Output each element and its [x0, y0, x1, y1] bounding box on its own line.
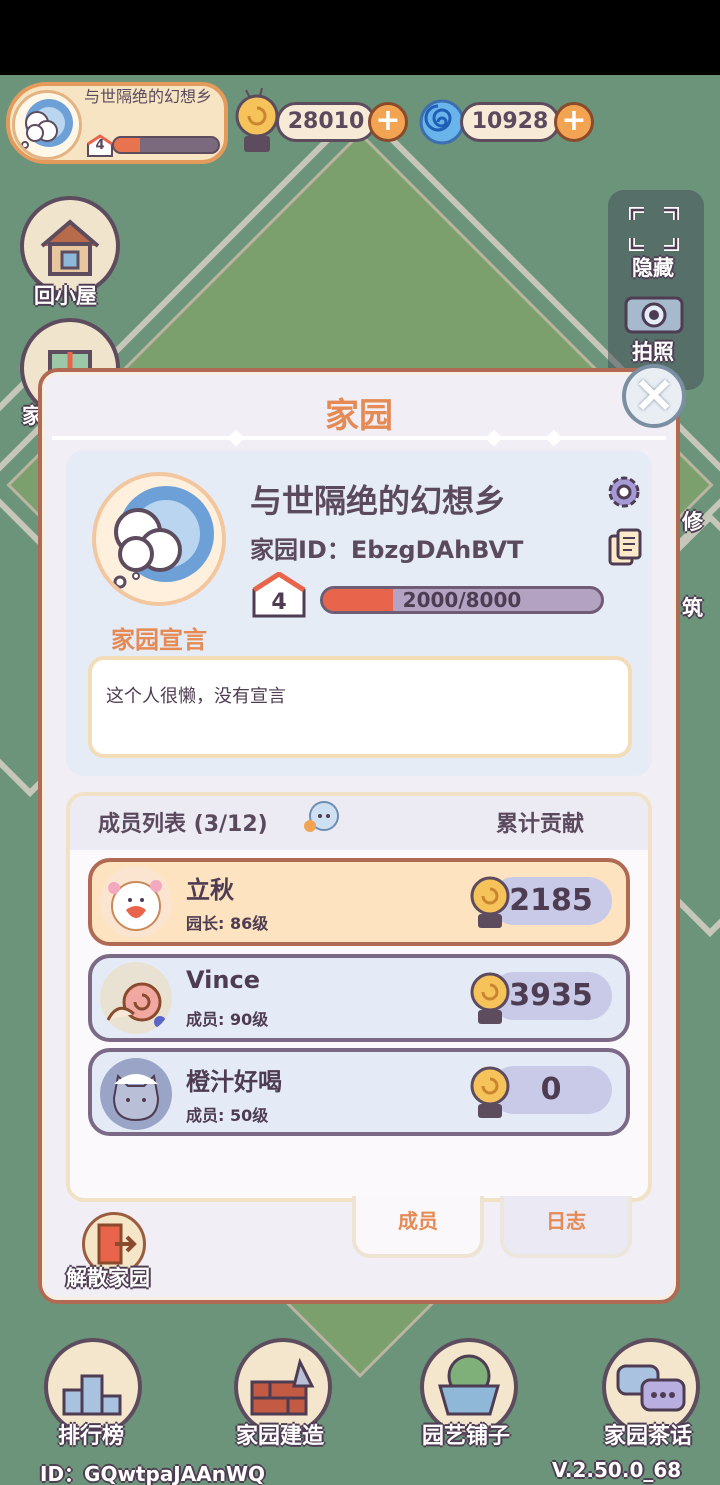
declaration-label: 家园宣言	[111, 626, 207, 654]
garden-id: 家园ID：EbzgDAhBVT	[250, 536, 524, 564]
cloud-moon-icon	[21, 99, 73, 149]
photo-label: 拍照	[632, 340, 674, 364]
home-level: 4	[95, 138, 105, 153]
member-avatar	[100, 1058, 172, 1130]
garden-name: 与世隔绝的幻想乡	[250, 482, 507, 520]
title-divider	[52, 436, 666, 440]
home-avatar-large	[92, 472, 226, 606]
member-name: Vince	[186, 966, 260, 994]
spiral-gem-icon	[419, 99, 465, 145]
home-progress-fill	[114, 138, 140, 152]
member-name: 立秋	[186, 876, 234, 904]
member-list-title: 成员列表 (3/12)	[98, 812, 268, 837]
hide-icon[interactable]	[626, 204, 682, 254]
hide-label: 隐藏	[632, 256, 674, 280]
dialog-title: 家园	[325, 396, 393, 436]
home-avatar	[12, 90, 82, 160]
back-home-label: 回小屋	[34, 284, 97, 308]
copy-icon[interactable]	[608, 528, 644, 568]
ranking-label: 排行榜	[58, 1424, 125, 1449]
version-label: V.2.50.0_68	[552, 1458, 682, 1482]
member-role: 园长: 86级	[186, 914, 269, 933]
home-name: 与世隔绝的幻想乡	[84, 87, 213, 106]
add-gems-button[interactable]: +	[554, 102, 594, 142]
garden-level: 4	[271, 590, 287, 615]
camera-icon[interactable]	[622, 290, 686, 336]
dissolve-label: 解散家园	[66, 1266, 150, 1290]
snail-coin-icon	[470, 972, 510, 1024]
user-id: ID：GQwtpaJAAnWQ	[40, 1462, 266, 1485]
bunny-heart-icon	[108, 880, 162, 931]
member-name: 橙汁好喝	[186, 1068, 282, 1096]
member-role: 成员: 90级	[186, 1010, 269, 1029]
snail-coin-icon	[235, 88, 279, 152]
tab-log[interactable]: 日志	[500, 1196, 632, 1258]
help-bubble-icon[interactable]	[302, 800, 342, 836]
build-label: 家园建造	[236, 1424, 325, 1449]
add-coins-button[interactable]: +	[368, 102, 408, 142]
tab-members[interactable]: 成员	[352, 1196, 484, 1258]
status-bar	[0, 0, 720, 75]
contribution-title: 累计贡献	[496, 812, 585, 837]
snail-coin-icon	[470, 1066, 510, 1118]
close-button[interactable]: ×	[622, 364, 686, 428]
declaration-box[interactable]: 这个人很懒，没有宣言	[88, 656, 632, 758]
member-avatar	[100, 866, 172, 938]
snail-coin-icon	[470, 876, 510, 928]
house-icon	[40, 219, 100, 276]
home-progress-bar	[112, 136, 220, 154]
chat-label: 家园茶话	[604, 1424, 693, 1449]
declaration-text: 这个人很懒，没有宣言	[106, 686, 286, 707]
snail-coin-count: 28010	[276, 102, 376, 142]
member-avatar	[100, 962, 172, 1034]
snail-avatar-icon	[106, 982, 166, 1028]
spiral-gem-count: 10928	[460, 102, 560, 142]
cloud-moon-icon	[113, 486, 214, 589]
build-partial-label: 筑	[682, 596, 703, 620]
member-role: 成员: 50级	[186, 1106, 269, 1125]
gear-icon[interactable]	[604, 472, 644, 512]
repair-partial-label: 修	[682, 510, 703, 534]
xp-text: 2000/8000	[402, 588, 522, 612]
cat-avatar-icon	[104, 1062, 168, 1126]
shop-label: 园艺铺子	[422, 1424, 511, 1449]
